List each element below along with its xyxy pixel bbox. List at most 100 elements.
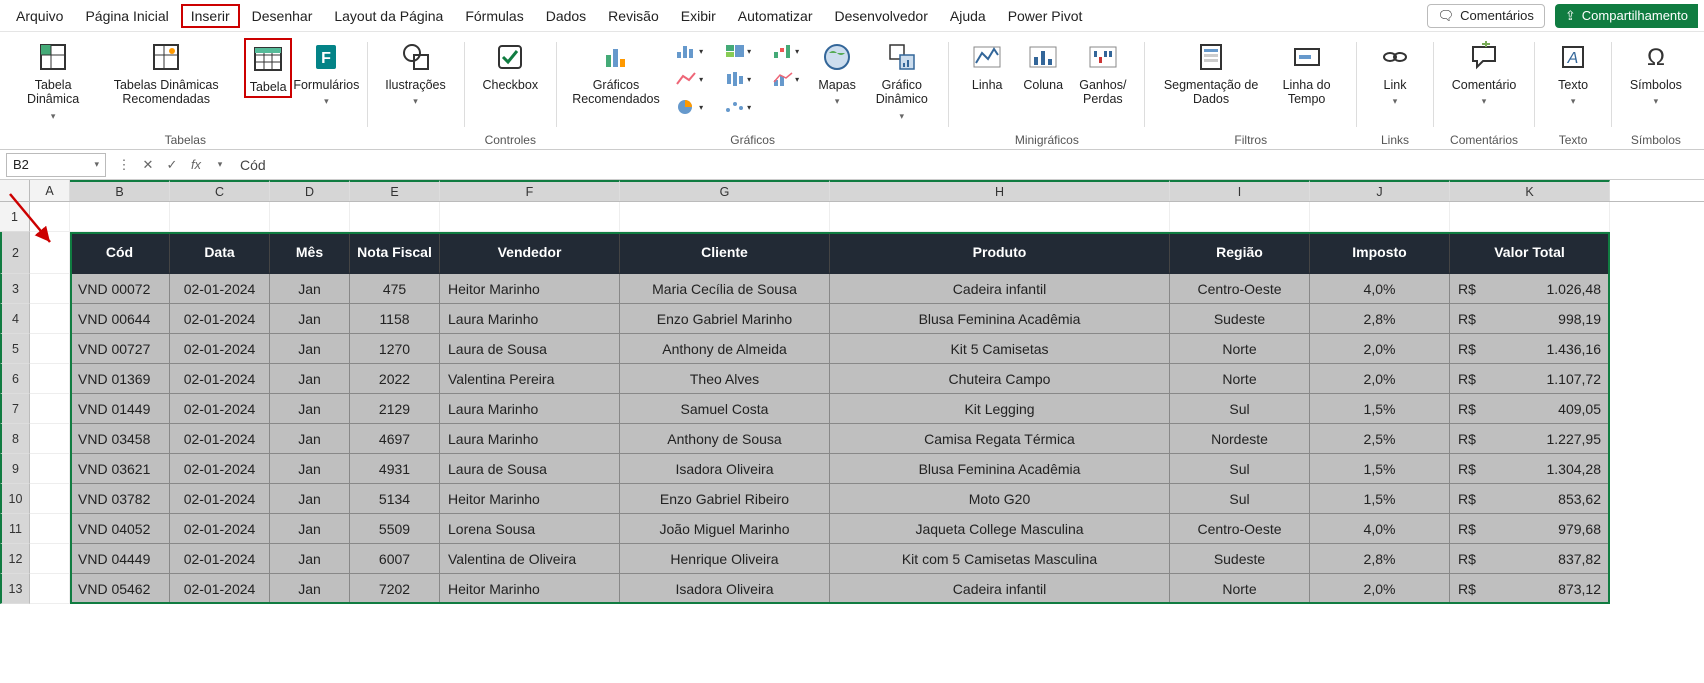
column-header-B[interactable]: B <box>70 180 170 201</box>
recommended-charts-button[interactable]: Gráficos Recomendados <box>571 38 661 109</box>
table-cell[interactable]: 2,0% <box>1310 334 1450 364</box>
table-cell[interactable]: VND 05462 <box>70 574 170 604</box>
chart-type-pie[interactable]: ▾ <box>669 94 709 120</box>
timeline-button[interactable]: Linha do Tempo <box>1271 38 1342 109</box>
maps-button[interactable]: Mapas ▾ <box>813 38 861 109</box>
table-cell[interactable]: Jan <box>270 454 350 484</box>
cell[interactable] <box>620 202 830 232</box>
row-header-6[interactable]: 6 <box>0 364 30 394</box>
table-cell[interactable]: VND 03782 <box>70 484 170 514</box>
formula-input[interactable]: Cód <box>232 155 1704 175</box>
menu-tab-página-inicial[interactable]: Página Inicial <box>75 4 178 28</box>
table-cell[interactable]: Jan <box>270 334 350 364</box>
table-cell[interactable]: Heitor Marinho <box>440 274 620 304</box>
cell[interactable] <box>70 202 170 232</box>
insert-function-button[interactable]: fx <box>184 153 208 177</box>
table-cell[interactable]: Enzo Gabriel Marinho <box>620 304 830 334</box>
cell[interactable] <box>1310 202 1450 232</box>
table-cell[interactable]: VND 01369 <box>70 364 170 394</box>
table-cell[interactable]: 02-01-2024 <box>170 544 270 574</box>
table-cell[interactable]: VND 01449 <box>70 394 170 424</box>
table-cell[interactable]: R$1.026,48 <box>1450 274 1610 304</box>
table-cell[interactable]: Norte <box>1170 334 1310 364</box>
table-header-cell[interactable]: Valor Total <box>1450 232 1610 274</box>
table-cell[interactable]: 4697 <box>350 424 440 454</box>
table-cell[interactable]: Jan <box>270 424 350 454</box>
table-header-cell[interactable]: Cód <box>70 232 170 274</box>
menu-tab-arquivo[interactable]: Arquivo <box>6 4 73 28</box>
chart-type-line[interactable]: ▾ <box>669 66 709 92</box>
column-header-C[interactable]: C <box>170 180 270 201</box>
table-cell[interactable]: Anthony de Sousa <box>620 424 830 454</box>
cancel-button[interactable]: ✕ <box>136 153 160 177</box>
slicer-button[interactable]: Segmentação de Dados <box>1159 38 1263 109</box>
table-cell[interactable]: 2,8% <box>1310 304 1450 334</box>
cell[interactable] <box>170 202 270 232</box>
table-cell[interactable]: Sul <box>1170 484 1310 514</box>
table-cell[interactable]: VND 00644 <box>70 304 170 334</box>
sparkline-winloss-button[interactable]: Ganhos/ Perdas <box>1075 38 1130 109</box>
row-header-7[interactable]: 7 <box>0 394 30 424</box>
chart-type-hierarchy[interactable]: ▾ <box>717 38 757 64</box>
table-cell[interactable]: R$837,82 <box>1450 544 1610 574</box>
formula-more-button[interactable]: ⋮ <box>112 153 136 177</box>
column-header-J[interactable]: J <box>1310 180 1450 201</box>
table-cell[interactable]: Sul <box>1170 394 1310 424</box>
pivot-table-button[interactable]: Tabela Dinâmica ▾ <box>18 38 88 124</box>
chart-type-bar[interactable]: ▾ <box>669 38 709 64</box>
table-cell[interactable]: Kit Legging <box>830 394 1170 424</box>
table-cell[interactable]: Valentina Pereira <box>440 364 620 394</box>
table-cell[interactable]: 475 <box>350 274 440 304</box>
row-header-10[interactable]: 10 <box>0 484 30 514</box>
comment-button[interactable]: Comentário ▾ <box>1448 38 1521 109</box>
table-cell[interactable]: Jan <box>270 304 350 334</box>
cell[interactable] <box>30 304 70 334</box>
table-cell[interactable]: Theo Alves <box>620 364 830 394</box>
table-cell[interactable]: Isadora Oliveira <box>620 454 830 484</box>
table-cell[interactable]: Jan <box>270 364 350 394</box>
table-cell[interactable]: Laura de Sousa <box>440 454 620 484</box>
table-cell[interactable]: R$853,62 <box>1450 484 1610 514</box>
chart-type-waterfall[interactable]: ▾ <box>765 38 805 64</box>
table-cell[interactable]: R$998,19 <box>1450 304 1610 334</box>
table-cell[interactable]: Jan <box>270 514 350 544</box>
comments-button[interactable]: 🗨 Comentários <box>1427 4 1545 28</box>
table-cell[interactable]: 4931 <box>350 454 440 484</box>
menu-tab-exibir[interactable]: Exibir <box>671 4 726 28</box>
table-cell[interactable]: Jan <box>270 274 350 304</box>
table-cell[interactable]: 4,0% <box>1310 514 1450 544</box>
table-cell[interactable]: 02-01-2024 <box>170 424 270 454</box>
forms-button[interactable]: F Formulários ▾ <box>300 38 352 109</box>
table-cell[interactable]: Camisa Regata Térmica <box>830 424 1170 454</box>
table-cell[interactable]: Laura Marinho <box>440 424 620 454</box>
table-cell[interactable]: Cadeira infantil <box>830 574 1170 604</box>
cell[interactable] <box>440 202 620 232</box>
table-cell[interactable]: VND 00727 <box>70 334 170 364</box>
table-cell[interactable]: R$979,68 <box>1450 514 1610 544</box>
chart-type-statistic[interactable]: ▾ <box>717 66 757 92</box>
menu-tab-fórmulas[interactable]: Fórmulas <box>455 4 533 28</box>
checkbox-button[interactable]: Checkbox <box>478 38 542 94</box>
table-cell[interactable]: Anthony de Almeida <box>620 334 830 364</box>
table-cell[interactable]: Kit com 5 Camisetas Masculina <box>830 544 1170 574</box>
table-cell[interactable]: 02-01-2024 <box>170 304 270 334</box>
table-cell[interactable]: 2022 <box>350 364 440 394</box>
symbols-button[interactable]: Ω Símbolos ▾ <box>1626 38 1686 109</box>
table-cell[interactable]: Samuel Costa <box>620 394 830 424</box>
table-header-cell[interactable]: Imposto <box>1310 232 1450 274</box>
table-cell[interactable]: Blusa Feminina Acadêmia <box>830 304 1170 334</box>
cell[interactable] <box>30 484 70 514</box>
row-header-5[interactable]: 5 <box>0 334 30 364</box>
menu-tab-inserir[interactable]: Inserir <box>181 4 240 28</box>
table-cell[interactable]: R$1.107,72 <box>1450 364 1610 394</box>
table-cell[interactable]: R$873,12 <box>1450 574 1610 604</box>
sparkline-column-button[interactable]: Coluna <box>1019 38 1067 94</box>
table-cell[interactable]: Jan <box>270 394 350 424</box>
table-cell[interactable]: Laura de Sousa <box>440 334 620 364</box>
cell[interactable] <box>30 364 70 394</box>
cell[interactable] <box>30 424 70 454</box>
cell[interactable] <box>30 394 70 424</box>
table-cell[interactable]: Moto G20 <box>830 484 1170 514</box>
row-header-13[interactable]: 13 <box>0 574 30 604</box>
menu-tab-power-pivot[interactable]: Power Pivot <box>998 4 1093 28</box>
